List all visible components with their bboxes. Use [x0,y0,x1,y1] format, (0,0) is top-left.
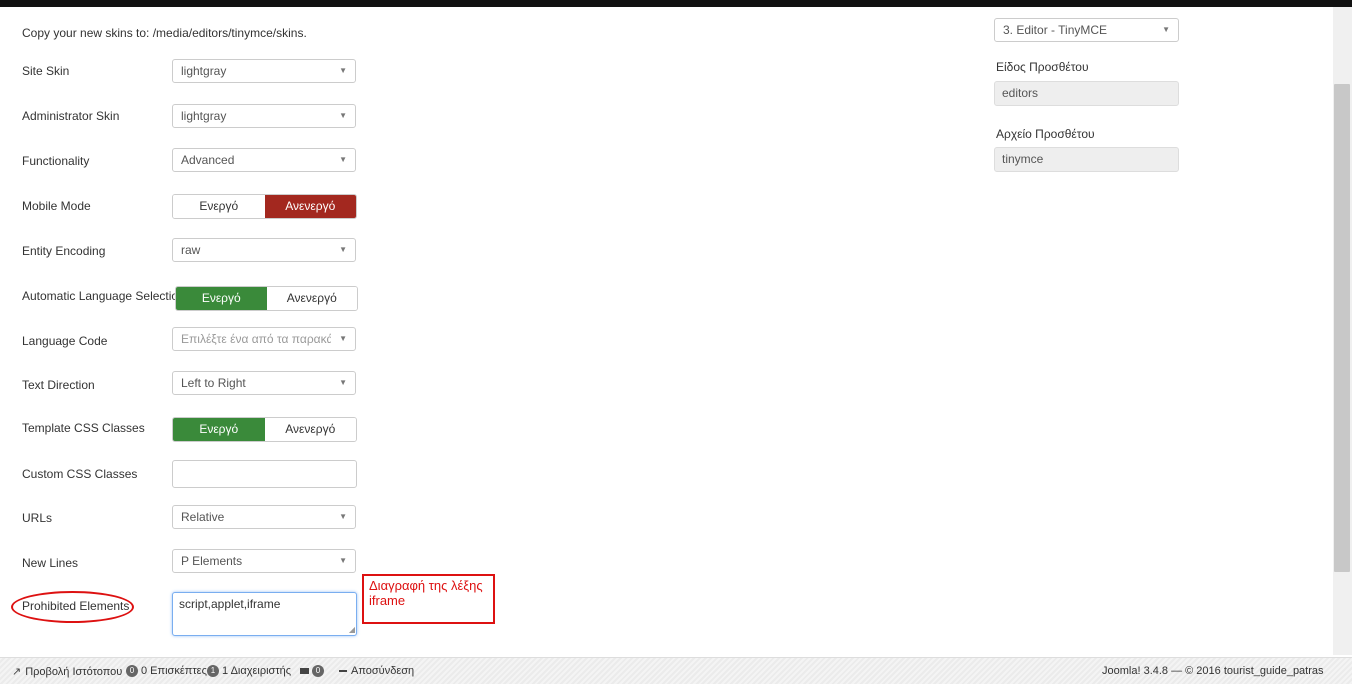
external-link-icon: ↗ [12,666,22,678]
template-css-off-button[interactable]: Ανενεργό [264,418,356,441]
minus-icon [339,670,347,672]
select-text-direction-value: Left to Right [181,376,246,390]
label-urls: URLs [22,511,53,525]
toggle-auto-language: Ενεργό Ανενεργό [175,286,358,311]
select-language-code[interactable]: Επιλέξτε ένα από τα παρακά... ▼ [172,327,356,351]
chevron-down-icon: ▼ [339,378,347,387]
select-functionality[interactable]: Advanced ▼ [172,148,356,172]
prohibited-elements-textarea[interactable]: script,applet,iframe ◢ [172,592,357,636]
select-admin-skin-value: lightgray [181,109,227,123]
select-admin-skin[interactable]: lightgray ▼ [172,104,356,128]
auto-language-on-button[interactable]: Ενεργό [176,287,267,310]
label-functionality: Functionality [22,154,90,168]
label-site-skin: Site Skin [22,64,70,78]
plugin-file-field: tinymce [994,147,1179,172]
label-mobile-mode: Mobile Mode [22,199,91,213]
select-new-lines[interactable]: P Elements ▼ [172,549,356,573]
chevron-down-icon: ▼ [339,111,347,120]
label-plugin-file: Αρχείο Προσθέτου [996,127,1095,141]
highlight-ellipse [11,591,134,623]
chevron-down-icon: ▼ [339,155,347,164]
visitors-label: 0 Επισκέπτες [141,665,207,677]
scrollbar-thumb[interactable] [1334,84,1350,572]
messages-link[interactable]: 0 [297,665,327,677]
toggle-template-css: Ενεργό Ανενεργό [172,417,357,442]
template-css-on-button[interactable]: Ενεργό [173,418,265,441]
label-custom-css: Custom CSS Classes [22,467,138,481]
messages-badge: 0 [312,665,324,677]
select-ordering-value: 3. Editor - TinyMCE [1003,23,1108,37]
logout-label: Αποσύνδεση [351,665,415,677]
custom-css-input[interactable] [172,460,357,488]
chevron-down-icon: ▼ [339,512,347,521]
view-site-link[interactable]: ↗ Προβολή Ιστότοπου [12,665,123,679]
label-admin-skin: Administrator Skin [22,109,120,123]
select-site-skin-value: lightgray [181,64,227,78]
annotation-box: Διαγραφή της λέξης iframe [362,574,495,624]
visitors-link[interactable]: 0 0 Επισκέπτες [126,665,207,677]
select-text-direction[interactable]: Left to Right ▼ [172,371,356,395]
select-entity-encoding-value: raw [181,243,201,257]
auto-language-off-button[interactable]: Ανενεργό [266,287,357,310]
prohibited-elements-value: script,applet,iframe [179,597,281,611]
resize-handle-icon[interactable]: ◢ [349,626,355,634]
select-functionality-value: Advanced [181,153,235,167]
visitors-badge: 0 [126,665,138,677]
view-site-label: Προβολή Ιστότοπου [25,665,123,678]
label-new-lines: New Lines [22,556,79,570]
chevron-down-icon: ▼ [339,556,347,565]
select-entity-encoding[interactable]: raw ▼ [172,238,356,262]
select-urls-value: Relative [181,510,225,524]
plugin-type-field: editors [994,81,1179,106]
top-bar [0,0,1352,7]
mobile-mode-on-button[interactable]: Ενεργό [173,195,265,218]
chevron-down-icon: ▼ [339,245,347,254]
label-language-code: Language Code [22,334,108,348]
label-text-direction: Text Direction [22,378,95,392]
logout-link[interactable]: Αποσύνδεση [335,665,414,677]
status-bar: ↗ Προβολή Ιστότοπου 0 0 Επισκέπτες 1 1 Δ… [0,657,1352,684]
footer-copyright: Joomla! 3.4.8 — © 2016 tourist_guide_pat… [1102,665,1324,677]
chevron-down-icon: ▼ [339,334,347,343]
label-entity-encoding: Entity Encoding [22,244,106,258]
select-ordering[interactable]: 3. Editor - TinyMCE ▼ [994,18,1179,42]
select-urls[interactable]: Relative ▼ [172,505,356,529]
select-new-lines-value: P Elements [181,554,243,568]
label-auto-language: Automatic Language Selection [22,289,185,303]
label-template-css: Template CSS Classes [22,421,145,435]
admins-link[interactable]: 1 1 Διαχειριστής [207,665,291,677]
mail-icon [300,668,309,674]
chevron-down-icon: ▼ [1162,25,1170,34]
label-plugin-type: Είδος Προσθέτου [996,60,1089,74]
mobile-mode-off-button[interactable]: Ανενεργό [264,195,356,218]
admins-badge: 1 [207,665,219,677]
skins-note: Copy your new skins to: /media/editors/t… [22,26,307,40]
toggle-mobile-mode: Ενεργό Ανενεργό [172,194,357,219]
chevron-down-icon: ▼ [339,66,347,75]
select-language-code-placeholder: Επιλέξτε ένα από τα παρακά... [181,332,331,346]
select-site-skin[interactable]: lightgray ▼ [172,59,356,83]
admins-label: 1 Διαχειριστής [222,665,292,677]
